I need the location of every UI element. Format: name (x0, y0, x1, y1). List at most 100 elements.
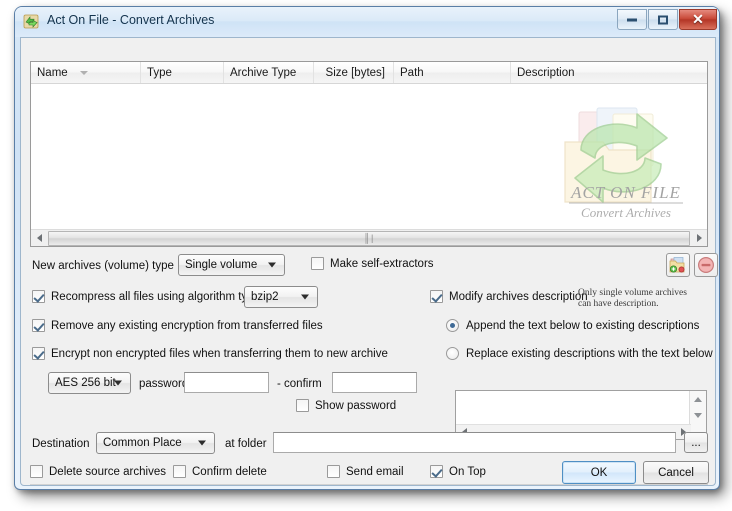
chevron-down-icon (268, 262, 276, 268)
cipher-combo[interactable]: AES 256 bit (48, 372, 131, 394)
column-header-size[interactable]: Size [bytes] (314, 62, 394, 83)
radio-label: Replace existing descriptions with the t… (466, 347, 713, 360)
column-label: Size [bytes] (325, 66, 385, 79)
column-label: Name (37, 66, 68, 79)
checkbox-label: On Top (449, 465, 486, 478)
chevron-down-icon (198, 440, 206, 446)
maximize-button[interactable] (648, 9, 678, 30)
radio-label: Append the text below to existing descri… (466, 319, 700, 332)
delete-source-checkbox[interactable]: Delete source archives (30, 465, 166, 478)
checkbox-label: Send email (346, 465, 404, 478)
checkbox-box (430, 290, 443, 303)
password-input[interactable] (184, 372, 269, 393)
close-button[interactable]: ✕ (679, 9, 717, 30)
svg-text:ACT ON FILE: ACT ON FILE (570, 183, 681, 202)
app-icon-recycle-arrows (23, 14, 39, 29)
dialog-window: Act On File - Convert Archives ✕ Name Ty… (14, 6, 720, 490)
scroll-left-icon[interactable] (31, 231, 47, 246)
make-self-extractors-checkbox[interactable]: Make self-extractors (311, 257, 434, 270)
scroll-down-icon[interactable] (690, 407, 706, 423)
cancel-button[interactable]: Cancel (643, 461, 709, 484)
dialog-client-area: Name Type Archive Type Size [bytes] Path… (20, 37, 718, 486)
column-header-name[interactable]: Name (31, 62, 141, 83)
ok-button[interactable]: OK (562, 461, 636, 484)
checkbox-box (32, 319, 45, 332)
checkbox-box (296, 399, 309, 412)
minimize-icon (627, 18, 637, 21)
chevron-down-icon (301, 294, 309, 300)
radio-box (446, 347, 459, 360)
password-label: password (139, 378, 189, 390)
algorithm-value: bzip2 (251, 291, 279, 303)
at-folder-label: at folder (225, 438, 267, 450)
browse-folder-button[interactable]: ... (684, 432, 708, 453)
checkbox-label: Make self-extractors (330, 257, 434, 270)
title-bar[interactable]: Act On File - Convert Archives ✕ (15, 7, 719, 37)
destination-folder-input[interactable] (273, 432, 676, 453)
maximize-icon (658, 15, 668, 24)
list-horizontal-scrollbar[interactable]: ║| (31, 229, 707, 246)
add-archives-button[interactable] (666, 253, 690, 277)
send-email-checkbox[interactable]: Send email (327, 465, 404, 478)
checkbox-box (173, 465, 186, 478)
destination-label: Destination (32, 438, 90, 450)
modify-description-checkbox[interactable]: Modify archives description (430, 290, 588, 303)
checkbox-box (327, 465, 340, 478)
volume-type-label: New archives (volume) type (32, 260, 174, 272)
hint-line-2: can have description. (578, 299, 659, 309)
checkbox-box (32, 290, 45, 303)
append-description-radio[interactable]: Append the text below to existing descri… (446, 319, 699, 332)
checkbox-label: Recompress all files using algorithm typ… (51, 290, 261, 303)
description-hint: Only single volume archives can have des… (578, 288, 713, 310)
column-label: Description (517, 66, 575, 79)
close-icon: ✕ (692, 10, 704, 27)
minimize-button[interactable] (617, 9, 647, 30)
chevron-down-icon (114, 380, 122, 386)
cipher-value: AES 256 bit (55, 377, 116, 389)
checkbox-box (430, 465, 443, 478)
checkbox-box (32, 347, 45, 360)
column-header-type[interactable]: Type (141, 62, 224, 83)
checkbox-label: Remove any existing encryption from tran… (51, 319, 323, 332)
algorithm-combo[interactable]: bzip2 (244, 286, 318, 308)
checkbox-label: Delete source archives (49, 465, 166, 478)
column-label: Type (147, 66, 172, 79)
scroll-up-icon[interactable] (690, 391, 706, 407)
volume-type-value: Single volume (185, 259, 258, 271)
destination-combo[interactable]: Common Place (96, 432, 215, 454)
scrollbar-thumb[interactable]: ║| (48, 230, 690, 246)
remove-circle-icon (697, 256, 715, 274)
column-label: Archive Type (230, 66, 297, 79)
footer-separator (30, 484, 708, 485)
scrollbar-grip-icon: ║| (363, 233, 375, 243)
column-label: Path (400, 66, 424, 79)
destination-value: Common Place (103, 437, 182, 449)
window-title: Act On File - Convert Archives (47, 13, 215, 27)
watermark-logo: ACT ON FILE Convert Archives (564, 107, 683, 220)
checkbox-label: Confirm delete (192, 465, 267, 478)
confirm-password-input[interactable] (332, 372, 417, 393)
remove-archives-button[interactable] (694, 253, 718, 277)
volume-type-combo[interactable]: Single volume (178, 254, 285, 276)
archives-list[interactable]: Name Type Archive Type Size [bytes] Path… (30, 61, 708, 247)
radio-box (446, 319, 459, 332)
add-files-icon (669, 257, 685, 273)
checkbox-label: Show password (315, 399, 397, 412)
encrypt-files-checkbox[interactable]: Encrypt non encrypted files when transfe… (32, 347, 388, 360)
hint-line-1: Only single volume archives (578, 288, 687, 298)
column-header-description[interactable]: Description (511, 62, 707, 83)
column-header-path[interactable]: Path (394, 62, 511, 83)
recompress-checkbox[interactable]: Recompress all files using algorithm typ… (32, 290, 260, 303)
checkbox-label: Modify archives description (449, 290, 588, 303)
remove-encryption-checkbox[interactable]: Remove any existing encryption from tran… (32, 319, 323, 332)
confirm-delete-checkbox[interactable]: Confirm delete (173, 465, 267, 478)
scroll-right-icon[interactable] (691, 231, 707, 246)
checkbox-box (311, 257, 324, 270)
confirm-label: - confirm (277, 378, 322, 390)
svg-text:Convert Archives: Convert Archives (581, 205, 671, 220)
replace-description-radio[interactable]: Replace existing descriptions with the t… (446, 347, 713, 360)
show-password-checkbox[interactable]: Show password (296, 399, 396, 412)
column-header-archive-type[interactable]: Archive Type (224, 62, 314, 83)
on-top-checkbox[interactable]: On Top (430, 465, 486, 478)
checkbox-label: Encrypt non encrypted files when transfe… (51, 347, 388, 360)
